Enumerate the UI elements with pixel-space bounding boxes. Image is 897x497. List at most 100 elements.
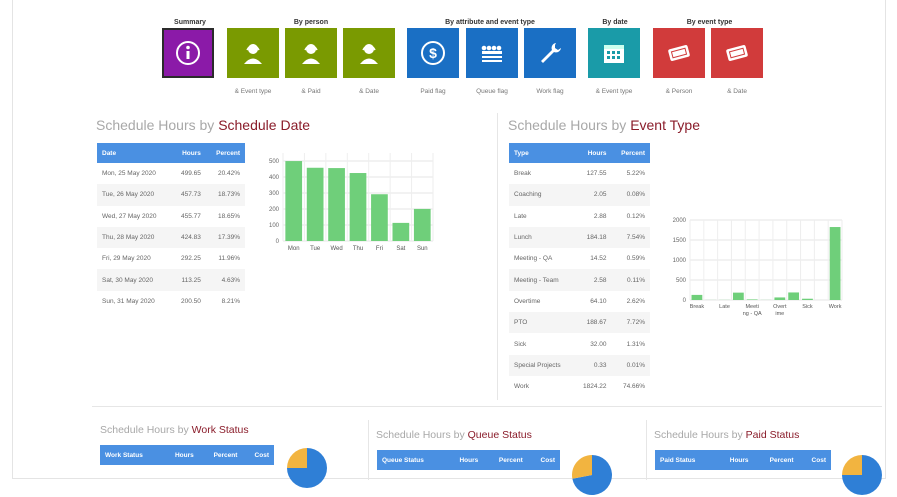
pie-slice[interactable]: [287, 448, 307, 468]
bar[interactable]: [393, 223, 410, 241]
column-header[interactable]: Percent: [206, 143, 245, 163]
bar[interactable]: [307, 168, 324, 241]
table-cell: 64.10: [573, 291, 611, 312]
work-status-table: Work StatusHoursPercentCost: [100, 445, 274, 465]
column-header[interactable]: Hours: [445, 450, 483, 470]
column-header[interactable]: Cost: [528, 450, 560, 470]
section-divider: [497, 113, 498, 400]
schedule-date-chart: 5004003002001000MonTueWedThuFriSatSun: [255, 145, 450, 255]
table-cell: Lunch: [509, 227, 573, 248]
event-type-title: Schedule Hours by Event Type: [508, 117, 700, 133]
y-tick-label: 200: [269, 207, 280, 213]
nav-tile-2[interactable]: [285, 28, 337, 78]
bar[interactable]: [371, 194, 388, 241]
column-header[interactable]: Paid Status: [655, 450, 715, 470]
table-cell: 1824.22: [573, 376, 611, 397]
table-cell: 2.88: [573, 206, 611, 227]
column-header[interactable]: Cost: [799, 450, 832, 470]
table-row: Fri, 29 May 2020292.2511.96%: [97, 248, 245, 269]
table-cell: 455.77: [171, 206, 206, 227]
x-tick-label: ime: [775, 311, 784, 317]
y-tick-label: 0: [276, 239, 280, 245]
column-header[interactable]: Queue Status: [377, 450, 445, 470]
section-divider: [646, 420, 647, 480]
column-header[interactable]: Hours: [715, 450, 753, 470]
column-header[interactable]: Percent: [483, 450, 528, 470]
nav-tile-1[interactable]: [227, 28, 279, 78]
table-cell: Sick: [509, 333, 573, 354]
bar[interactable]: [830, 227, 841, 300]
calendar-icon: [600, 39, 628, 67]
column-header[interactable]: Cost: [242, 445, 274, 465]
column-header[interactable]: Date: [97, 143, 171, 163]
table-cell: Work: [509, 376, 573, 397]
column-header[interactable]: Type: [509, 143, 573, 163]
bar[interactable]: [414, 209, 431, 241]
table-row: Sun, 31 May 2020200.508.21%: [97, 291, 245, 312]
table-cell: 2.62%: [611, 291, 650, 312]
table-cell: Fri, 29 May 2020: [97, 248, 171, 269]
table-row: Lunch184.187.54%: [509, 227, 650, 248]
x-tick-label: ng - QA: [743, 311, 762, 317]
bar[interactable]: [788, 292, 799, 300]
pie-slice[interactable]: [572, 455, 592, 479]
y-tick-label: 300: [269, 191, 280, 197]
person-headset-icon: [239, 39, 267, 67]
bar[interactable]: [802, 299, 813, 300]
table-cell: Coaching: [509, 184, 573, 205]
y-tick-label: 500: [676, 278, 687, 284]
bar[interactable]: [328, 168, 345, 241]
table-row: Coaching2.050.08%: [509, 184, 650, 205]
y-tick-label: 1500: [673, 238, 687, 244]
nav-tile-caption: Queue flag: [462, 88, 522, 95]
table-row: Special Projects0.330.01%: [509, 355, 650, 376]
table-cell: 200.50: [171, 291, 206, 312]
table-cell: Mon, 25 May 2020: [97, 163, 171, 184]
column-header[interactable]: Percent: [754, 450, 799, 470]
x-tick-label: Meeti: [745, 304, 758, 310]
column-header[interactable]: Hours: [162, 445, 199, 465]
table-cell: 0.33: [573, 355, 611, 376]
nav-tile-9[interactable]: [711, 28, 763, 78]
queue-status-table: Queue StatusHoursPercentCost: [377, 450, 560, 470]
info-icon: [174, 39, 202, 67]
y-tick-label: 100: [269, 223, 280, 229]
group-label-by-date: By date: [585, 19, 645, 26]
bar[interactable]: [285, 161, 302, 241]
y-tick-label: 400: [269, 175, 280, 181]
column-header[interactable]: Percent: [611, 143, 650, 163]
bar[interactable]: [774, 297, 785, 300]
table-cell: 184.18: [573, 227, 611, 248]
table-cell: 32.00: [573, 333, 611, 354]
table-cell: Thu, 28 May 2020: [97, 227, 171, 248]
nav-tile-6[interactable]: [524, 28, 576, 78]
column-header[interactable]: Percent: [199, 445, 243, 465]
nav-tile-5[interactable]: [466, 28, 518, 78]
y-tick-label: 1000: [673, 258, 687, 264]
nav-tile-7[interactable]: [588, 28, 640, 78]
nav-tile-4[interactable]: $: [407, 28, 459, 78]
table-cell: 17.39%: [206, 227, 245, 248]
table-row: Meeting - Team2.580.11%: [509, 269, 650, 290]
nav-tile-0[interactable]: [162, 28, 214, 78]
bar[interactable]: [692, 295, 703, 300]
nav-tile-3[interactable]: [343, 28, 395, 78]
column-header[interactable]: Work Status: [100, 445, 162, 465]
nav-tile-8[interactable]: [653, 28, 705, 78]
nav-tile-caption: & Date: [707, 88, 767, 95]
column-header[interactable]: Hours: [573, 143, 611, 163]
paid-status-table: Paid StatusHoursPercentCost: [655, 450, 831, 470]
paid-status-title: Schedule Hours by Paid Status: [654, 429, 799, 441]
table-row: Break127.555.22%: [509, 163, 650, 184]
x-tick-label: Wed: [330, 246, 342, 252]
bar[interactable]: [747, 299, 758, 300]
x-tick-label: Overt: [773, 304, 787, 310]
bar[interactable]: [350, 173, 367, 241]
x-tick-label: Sick: [802, 304, 813, 310]
bar[interactable]: [733, 293, 744, 300]
column-header[interactable]: Hours: [171, 143, 206, 163]
table-cell: 457.73: [171, 184, 206, 205]
ticket-icon: [665, 39, 693, 67]
pie-slice[interactable]: [842, 455, 862, 475]
group-label-summary: Summary: [160, 19, 220, 26]
